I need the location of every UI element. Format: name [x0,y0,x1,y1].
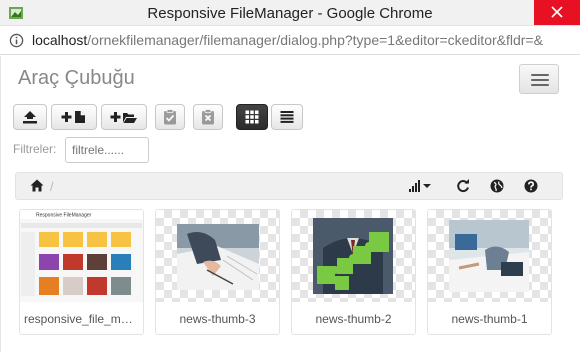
news-thumb-2-image [313,218,393,294]
file-name[interactable]: news-thumb-3 [156,312,279,326]
refresh-icon[interactable] [456,179,470,193]
grid-icon [245,110,259,124]
file-thumbnail[interactable] [156,210,279,302]
upload-button[interactable] [13,104,47,130]
file-tile[interactable]: Responsive FileManager responsive_file_m… [19,209,144,335]
home-icon[interactable] [30,179,44,192]
sort-icon[interactable] [409,180,433,192]
window-title: Responsive FileManager - Google Chrome [147,5,433,22]
file-thumbnail[interactable] [428,210,551,302]
file-thumbnail[interactable] [292,210,415,302]
clipboard-x-icon [202,109,214,125]
file-thumbnail[interactable]: Responsive FileManager [20,210,143,302]
breadcrumb-separator: / [50,179,54,194]
file-name[interactable]: news-thumb-2 [292,312,415,326]
url-host: localhost [32,32,88,48]
upload-icon [23,111,37,124]
news-thumb-3-image [177,224,259,290]
new-file-button[interactable] [51,104,97,130]
file-tile[interactable]: news-thumb-3 [155,209,280,335]
menu-toggle-button[interactable] [519,64,559,94]
new-folder-icon [110,112,137,123]
left-border [0,56,1,352]
filter-input[interactable] [65,137,149,163]
info-icon[interactable] [9,33,24,48]
grid-view-button[interactable] [236,104,268,130]
url-path: /ornekfilemanager/filemanager/dialog.php… [87,32,543,48]
filter-label: Filtreler: [13,142,57,156]
file-name[interactable]: news-thumb-1 [428,312,551,326]
file-tile[interactable]: news-thumb-1 [427,209,552,335]
new-file-icon [61,111,85,123]
svg-text:Responsive FileManager: Responsive FileManager [36,213,92,219]
paste-button[interactable] [155,104,185,130]
toolbar-heading: Araç Çubuğu [18,67,135,89]
list-icon [280,111,294,123]
file-tile[interactable]: news-thumb-2 [291,209,416,335]
language-icon[interactable] [490,179,504,193]
list-view-button[interactable] [271,104,303,130]
news-thumb-1-image [449,220,529,292]
file-name[interactable]: responsive_file_man... [20,312,143,326]
close-window-button[interactable] [534,0,580,25]
screenshot-thumbnail-image: Responsive FileManager [20,210,143,302]
breadcrumb: / [15,172,563,200]
new-folder-button[interactable] [101,104,147,130]
clipboard-check-icon [164,109,176,125]
address-bar[interactable]: localhost/ornekfilemanager/filemanager/d… [0,26,580,55]
window-titlebar: Responsive FileManager - Google Chrome [0,0,580,26]
clear-clipboard-button[interactable] [193,104,223,130]
help-icon[interactable] [524,179,538,193]
close-icon [551,6,563,18]
url-text[interactable]: localhost/ornekfilemanager/filemanager/d… [32,32,543,48]
